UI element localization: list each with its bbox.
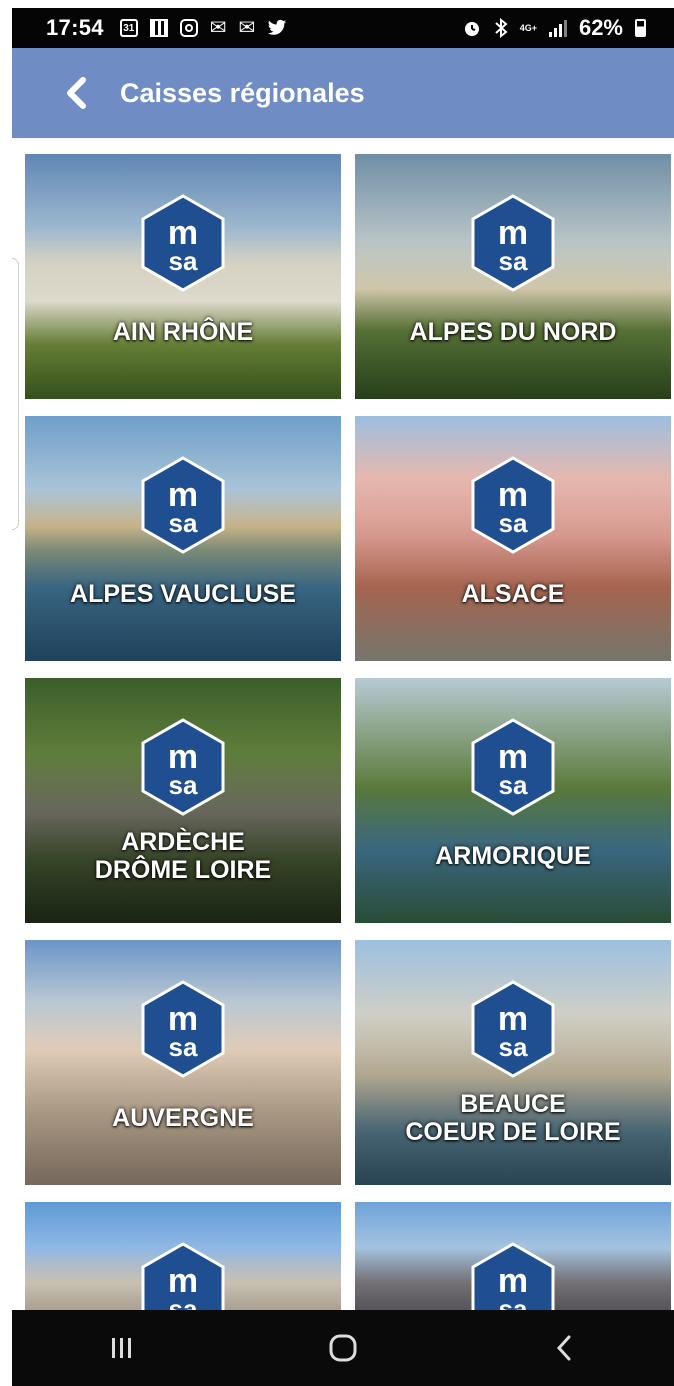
region-tile[interactable]: m sa ARMORIQUE [355, 678, 671, 923]
logo-text-bottom: sa [499, 246, 528, 276]
qr-code-icon [149, 19, 168, 37]
region-tile[interactable]: m sa AUVERGNE [25, 940, 341, 1185]
region-tile[interactable]: m sa [355, 1202, 671, 1317]
home-button[interactable] [303, 1318, 383, 1378]
msa-logo-icon: msa [141, 718, 225, 816]
region-label: AIN RHÔNE [112, 318, 254, 346]
phone-screen: 17:54 31 ✉ ✉ 4G+ 62% Caisses régionales … [12, 8, 674, 1386]
edge-panel-handle[interactable] [12, 258, 19, 530]
msa-logo-icon: msa [141, 980, 225, 1078]
battery-percent: 62% [578, 15, 623, 40]
bluetooth-icon [494, 18, 508, 38]
alarm-icon [462, 18, 482, 38]
msa-logo-icon: msa [141, 194, 225, 292]
chevron-left-icon [67, 77, 86, 109]
msa-logo-icon: msa [141, 1242, 225, 1317]
battery-icon [635, 19, 646, 37]
region-label: ALSACE [461, 580, 565, 608]
home-icon [329, 1334, 357, 1362]
mail-icon: ✉ [238, 17, 256, 39]
back-arrow-icon [556, 1335, 571, 1361]
region-tile[interactable]: m sa [25, 1202, 341, 1317]
app-bar: Caisses régionales [12, 48, 674, 138]
status-time: 17:54 [46, 15, 104, 40]
calendar-icon: 31 [119, 19, 138, 37]
msa-logo-icon: msa [471, 1242, 555, 1317]
network-type: 4G+ [519, 22, 537, 33]
system-back-button[interactable] [524, 1318, 604, 1378]
msa-logo-icon: msa [471, 980, 555, 1078]
status-bar: 17:54 31 ✉ ✉ 4G+ 62% [12, 8, 674, 48]
logo-text-bottom: sa [499, 508, 528, 538]
recent-apps-button[interactable] [82, 1318, 162, 1378]
region-tile[interactable]: m sa ALPES VAUCLUSE [25, 416, 341, 661]
region-tile[interactable]: m sa ALSACE [355, 416, 671, 661]
region-label: ARMORIQUE [435, 842, 591, 870]
gmail-icon: ✉ [209, 17, 227, 39]
region-tile[interactable]: m sa BEAUCE COEUR DE LOIRE [355, 940, 671, 1185]
logo-text-bottom: sa [169, 508, 198, 538]
msa-logo-icon: msa [141, 456, 225, 554]
region-label: ARDÈCHE DRÔME LOIRE [94, 828, 272, 884]
signal-icon [548, 19, 567, 37]
instagram-icon [179, 19, 198, 37]
region-label: ALPES DU NORD [409, 318, 617, 346]
region-tile[interactable]: m sa ALPES DU NORD [355, 154, 671, 399]
region-tile[interactable]: m sa ARDÈCHE DRÔME LOIRE [25, 678, 341, 923]
region-label: AUVERGNE [112, 1104, 254, 1132]
back-button[interactable] [46, 63, 106, 123]
msa-logo-icon: msa [471, 718, 555, 816]
recent-apps-icon [112, 1338, 132, 1358]
system-nav-bar [12, 1310, 674, 1386]
twitter-icon [267, 19, 287, 37]
msa-logo-icon: msa [471, 194, 555, 292]
logo-text-bottom: sa [169, 1032, 198, 1062]
region-tile[interactable]: m sa AIN RHÔNE [25, 154, 341, 399]
region-label: ALPES VAUCLUSE [70, 580, 296, 608]
logo-text-bottom: sa [169, 246, 198, 276]
logo-text-bottom: sa [499, 1032, 528, 1062]
msa-logo-icon: msa [471, 456, 555, 554]
region-grid: m sa AIN RHÔNE m sa ALPES DU NORD m sa ALPES VAU… [25, 154, 671, 1317]
logo-text-bottom: sa [169, 770, 198, 800]
page-title: Caisses régionales [120, 77, 365, 108]
logo-text-bottom: sa [499, 770, 528, 800]
region-label: BEAUCE COEUR DE LOIRE [405, 1090, 621, 1146]
